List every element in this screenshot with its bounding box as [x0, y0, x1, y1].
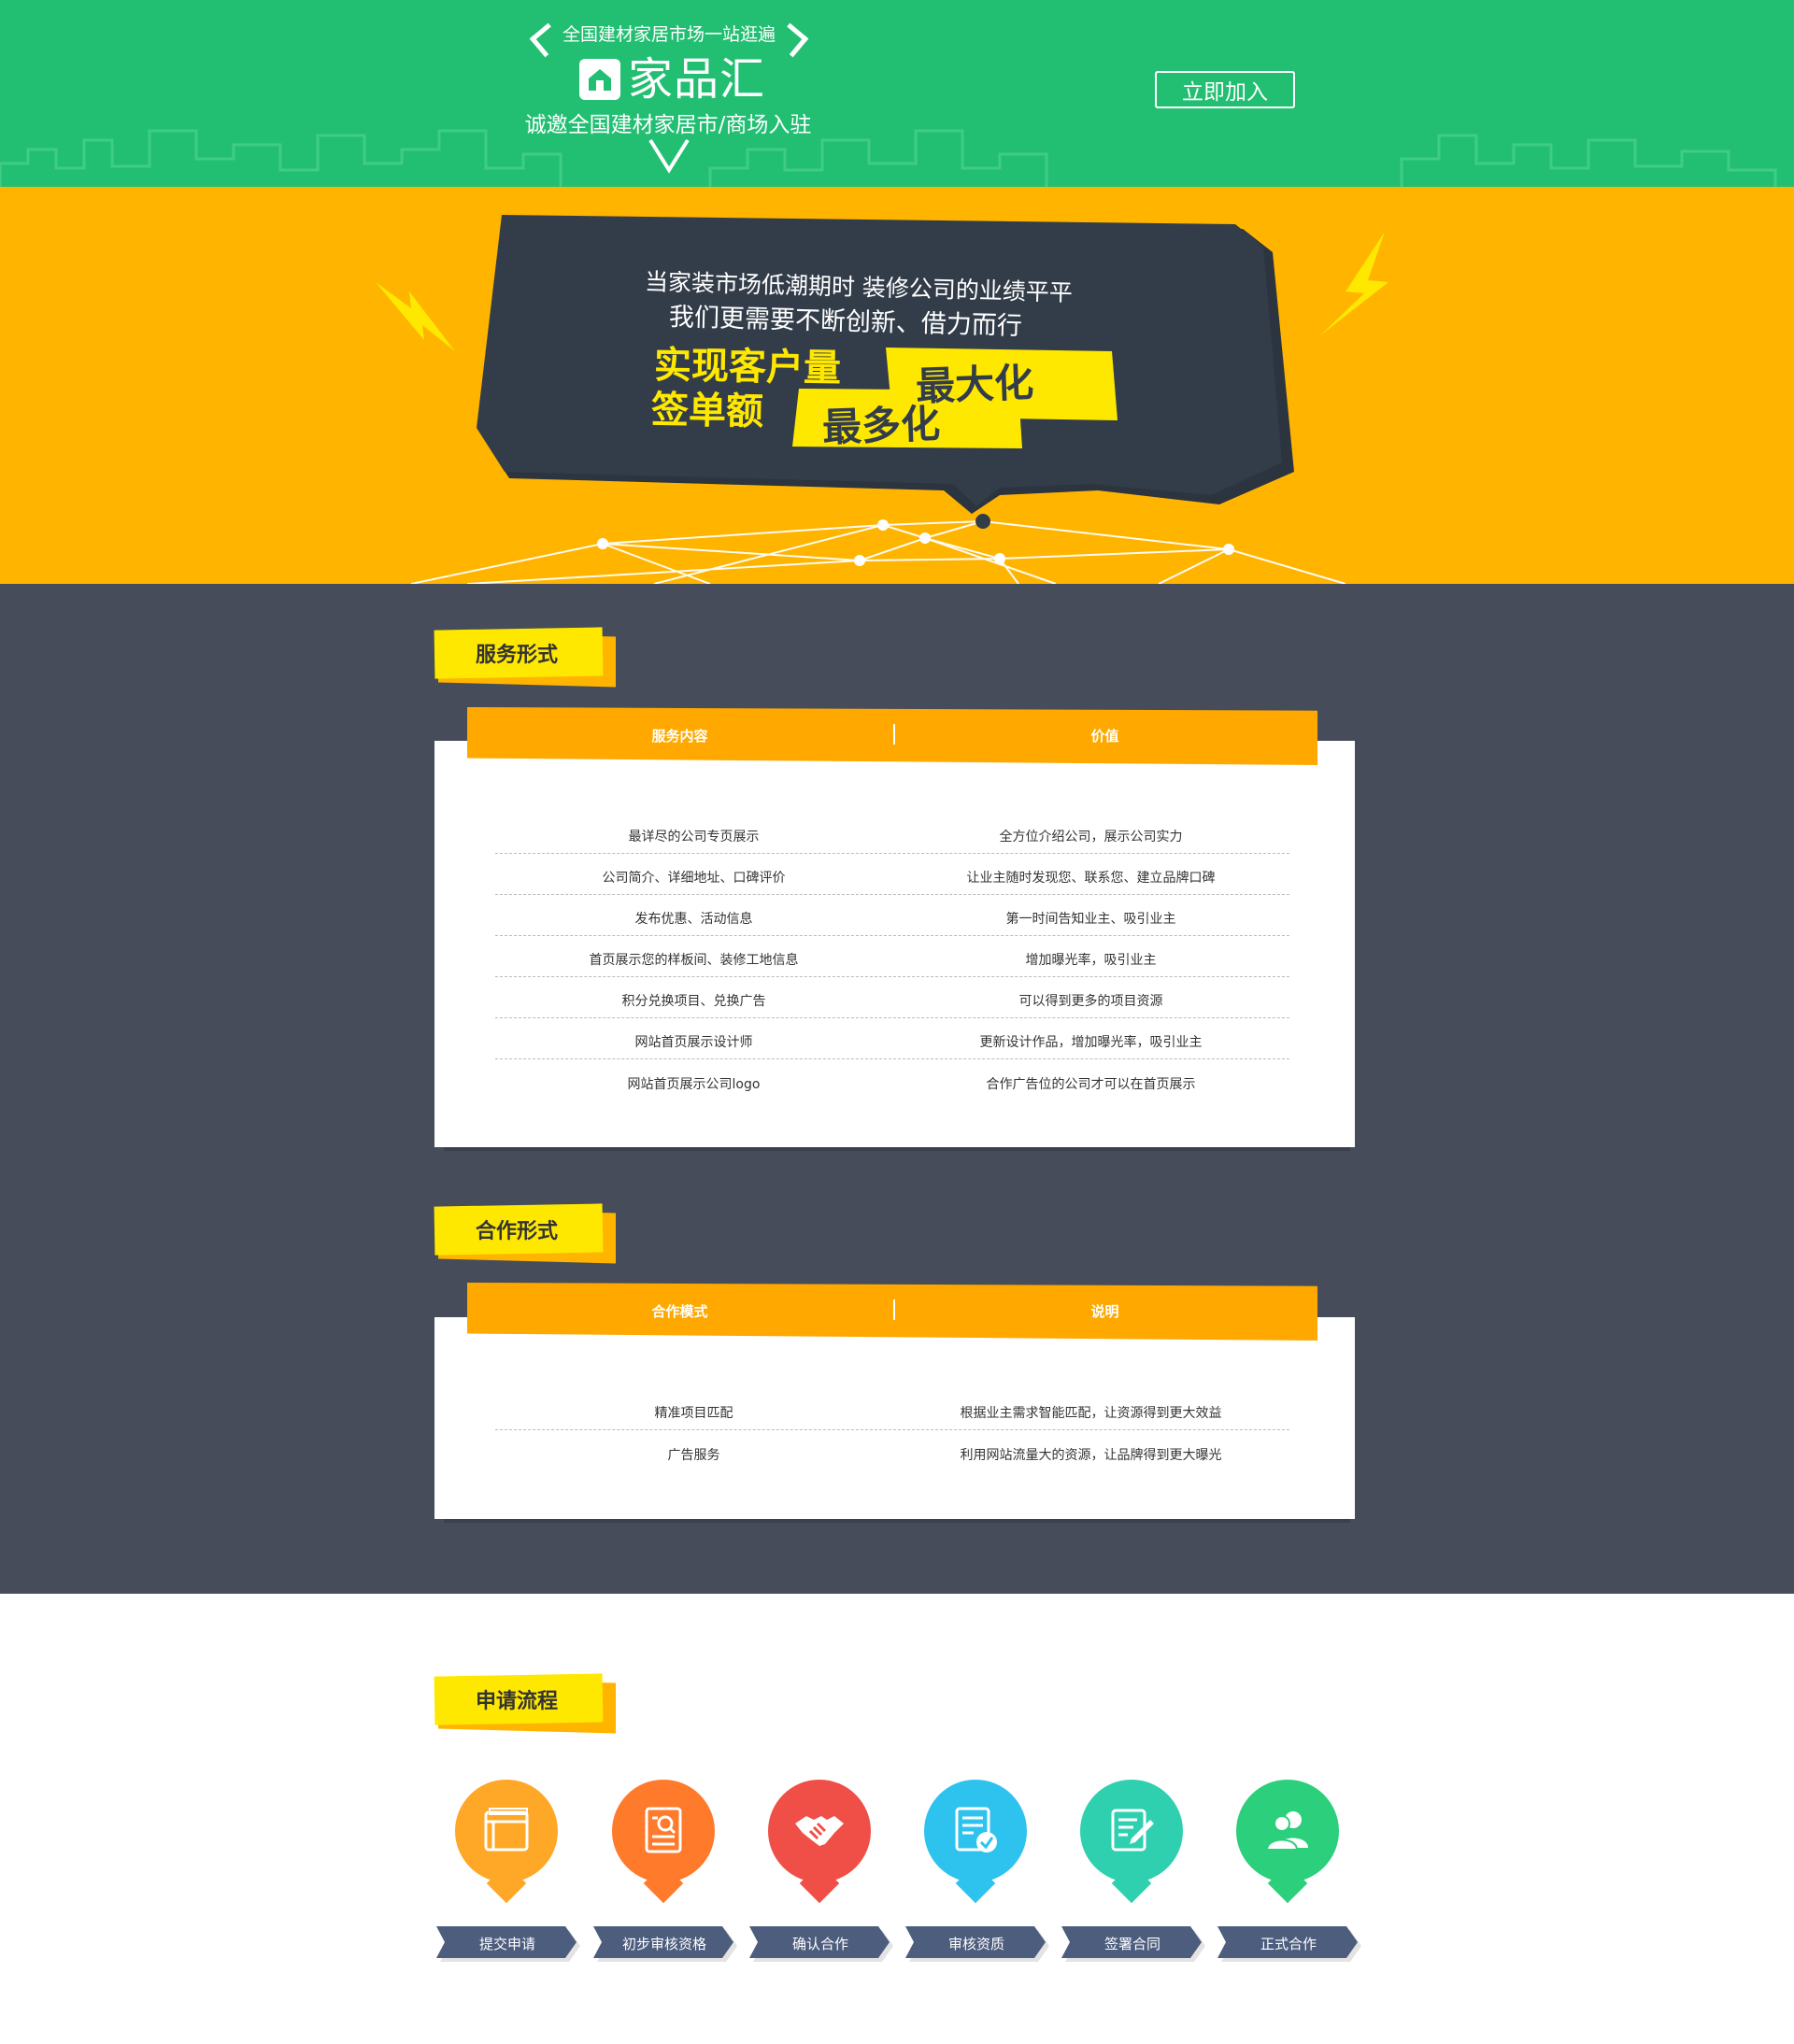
sign-contract-icon	[1111, 1809, 1154, 1852]
service-section-title: 服务形式	[475, 644, 558, 667]
site-logo[interactable]: 家品汇	[579, 54, 765, 105]
banner-graphics	[376, 215, 1388, 584]
process-step-3	[768, 1780, 871, 1904]
service-cell-value: 让业主随时发现您、联系您、建立品牌口碑	[966, 871, 1216, 886]
service-table-row: 发布优惠、活动信息 第一时间告知业主、吸引业主	[495, 895, 1289, 936]
coop-table-body: 精准项目匹配 根据业主需求智能匹配，让资源得到更大效益广告服务 利用网站流量大的资源…	[495, 1389, 1289, 1471]
process-step-1-label: 提交申请	[478, 1936, 535, 1952]
process-step-3-label: 确认合作	[791, 1936, 848, 1952]
service-cell-value: 更新设计作品，增加曝光率，吸引业主	[979, 1035, 1203, 1050]
service-table-row: 网站首页展示公司logo 合作广告位的公司才可以在首页展示	[495, 1059, 1289, 1100]
service-cell-content: 最详尽的公司专页展示	[628, 830, 760, 845]
process-step-6-tag: 正式合作	[1217, 1926, 1361, 1962]
lightning-right-icon	[1319, 232, 1388, 336]
process-step-2-tag: 初步审核资格	[593, 1926, 737, 1962]
service-table-row: 积分兑换项目、兑换广告 可以得到更多的项目资源	[495, 977, 1289, 1018]
coop-table-row: 精准项目匹配 根据业主需求智能匹配，让资源得到更大效益	[495, 1389, 1289, 1430]
coop-cell-value: 利用网站流量大的资源，让品牌得到更大曝光	[960, 1448, 1222, 1463]
process-step-5	[1080, 1780, 1183, 1904]
coop-section-title: 合作形式	[475, 1220, 558, 1243]
chevron-left-decoration	[529, 22, 564, 58]
house-icon	[579, 59, 620, 100]
service-cell-value: 可以得到更多的项目资源	[1018, 994, 1163, 1009]
service-section-label: 服务形式	[434, 627, 616, 688]
service-cell-content: 网站首页展示公司logo	[627, 1077, 761, 1092]
handshake-icon	[795, 1816, 844, 1846]
partners-icon	[1265, 1811, 1308, 1851]
process-step-3-tag: 确认合作	[749, 1926, 893, 1962]
banner-highlight-2: 签单额	[650, 388, 764, 434]
service-col-header-1: 服务内容	[651, 728, 708, 745]
process-section-title: 申请流程	[475, 1690, 558, 1713]
process-section-label: 申请流程	[434, 1673, 616, 1734]
chevron-right-decoration	[774, 22, 809, 58]
header-tagline-top: 全国建材家居市场一站逛遍	[562, 24, 776, 45]
city-skyline-decoration	[0, 129, 1777, 187]
banner-highlight-4: 最多化	[821, 400, 941, 451]
service-col-header-2: 价值	[1090, 728, 1119, 745]
process-step-1-tag: 提交申请	[436, 1926, 580, 1962]
logo-text: 家品汇	[628, 53, 766, 106]
coop-cell-content: 广告服务	[667, 1448, 720, 1463]
process-step-4	[924, 1780, 1027, 1904]
coop-cell-content: 精准项目匹配	[654, 1406, 733, 1421]
coop-table-header: 合作模式 说明	[456, 1283, 1329, 1350]
lightning-left-icon	[376, 282, 455, 351]
coop-section-label: 合作形式	[434, 1203, 616, 1264]
process-step-2	[612, 1780, 715, 1904]
service-cell-value: 合作广告位的公司才可以在首页展示	[986, 1077, 1196, 1092]
join-now-button[interactable]: 立即加入	[1155, 71, 1295, 108]
service-table-row: 首页展示您的样板间、装修工地信息 增加曝光率，吸引业主	[495, 936, 1289, 977]
header-tagline-bottom: 诚邀全国建材家居市/商场入驻	[524, 113, 812, 137]
hero-banner: 当家装市场低潮期时 装修公司的业绩平平 我们更需要不断创新、借力而行 实现客户量…	[0, 187, 1794, 584]
service-cell-value: 增加曝光率，吸引业主	[1025, 953, 1157, 968]
service-cell-value: 第一时间告知业主、吸引业主	[1005, 912, 1176, 927]
service-table-body: 最详尽的公司专页展示 全方位介绍公司，展示公司实力公司简介、详细地址、口碑评价 让业…	[495, 813, 1289, 1100]
process-step-4-label: 审核资质	[947, 1936, 1004, 1952]
service-cell-value: 全方位介绍公司，展示公司实力	[999, 830, 1183, 845]
verified-document-icon	[955, 1807, 997, 1852]
process-step-5-tag: 签署合同	[1061, 1926, 1205, 1962]
service-cell-content: 首页展示您的样板间、装修工地信息	[589, 953, 799, 968]
process-step-1	[455, 1780, 558, 1904]
process-step-2-label: 初步审核资格	[621, 1936, 706, 1952]
service-table-header: 服务内容 价值	[456, 707, 1329, 774]
coop-col-header-1: 合作模式	[651, 1303, 708, 1320]
service-table-row: 最详尽的公司专页展示 全方位介绍公司，展示公司实力	[495, 813, 1289, 854]
document-search-icon	[645, 1807, 682, 1853]
process-step-5-label: 签署合同	[1103, 1936, 1160, 1952]
service-table-row: 公司简介、详细地址、口碑评价 让业主随时发现您、联系您、建立品牌口碑	[495, 854, 1289, 895]
process-step-4-tag: 审核资质	[905, 1926, 1049, 1962]
chevron-down-icon	[648, 138, 690, 174]
coop-cell-value: 根据业主需求智能匹配，让资源得到更大效益	[960, 1406, 1222, 1421]
process-step-6	[1236, 1780, 1339, 1904]
service-cell-content: 网站首页展示设计师	[634, 1035, 753, 1050]
service-cell-content: 积分兑换项目、兑换广告	[621, 994, 766, 1009]
site-header: 全国建材家居市场一站逛遍 家品汇 诚邀全国建材家居市/商场入驻 立即加入	[0, 0, 1794, 187]
service-cell-content: 发布优惠、活动信息	[634, 912, 753, 927]
coop-col-header-2: 说明	[1090, 1303, 1119, 1320]
application-form-icon	[484, 1808, 529, 1852]
service-table-row: 网站首页展示设计师 更新设计作品，增加曝光率，吸引业主	[495, 1018, 1289, 1059]
process-step-6-label: 正式合作	[1260, 1936, 1317, 1952]
coop-table-row: 广告服务 利用网站流量大的资源，让品牌得到更大曝光	[495, 1430, 1289, 1471]
service-cell-content: 公司简介、详细地址、口碑评价	[602, 871, 786, 886]
